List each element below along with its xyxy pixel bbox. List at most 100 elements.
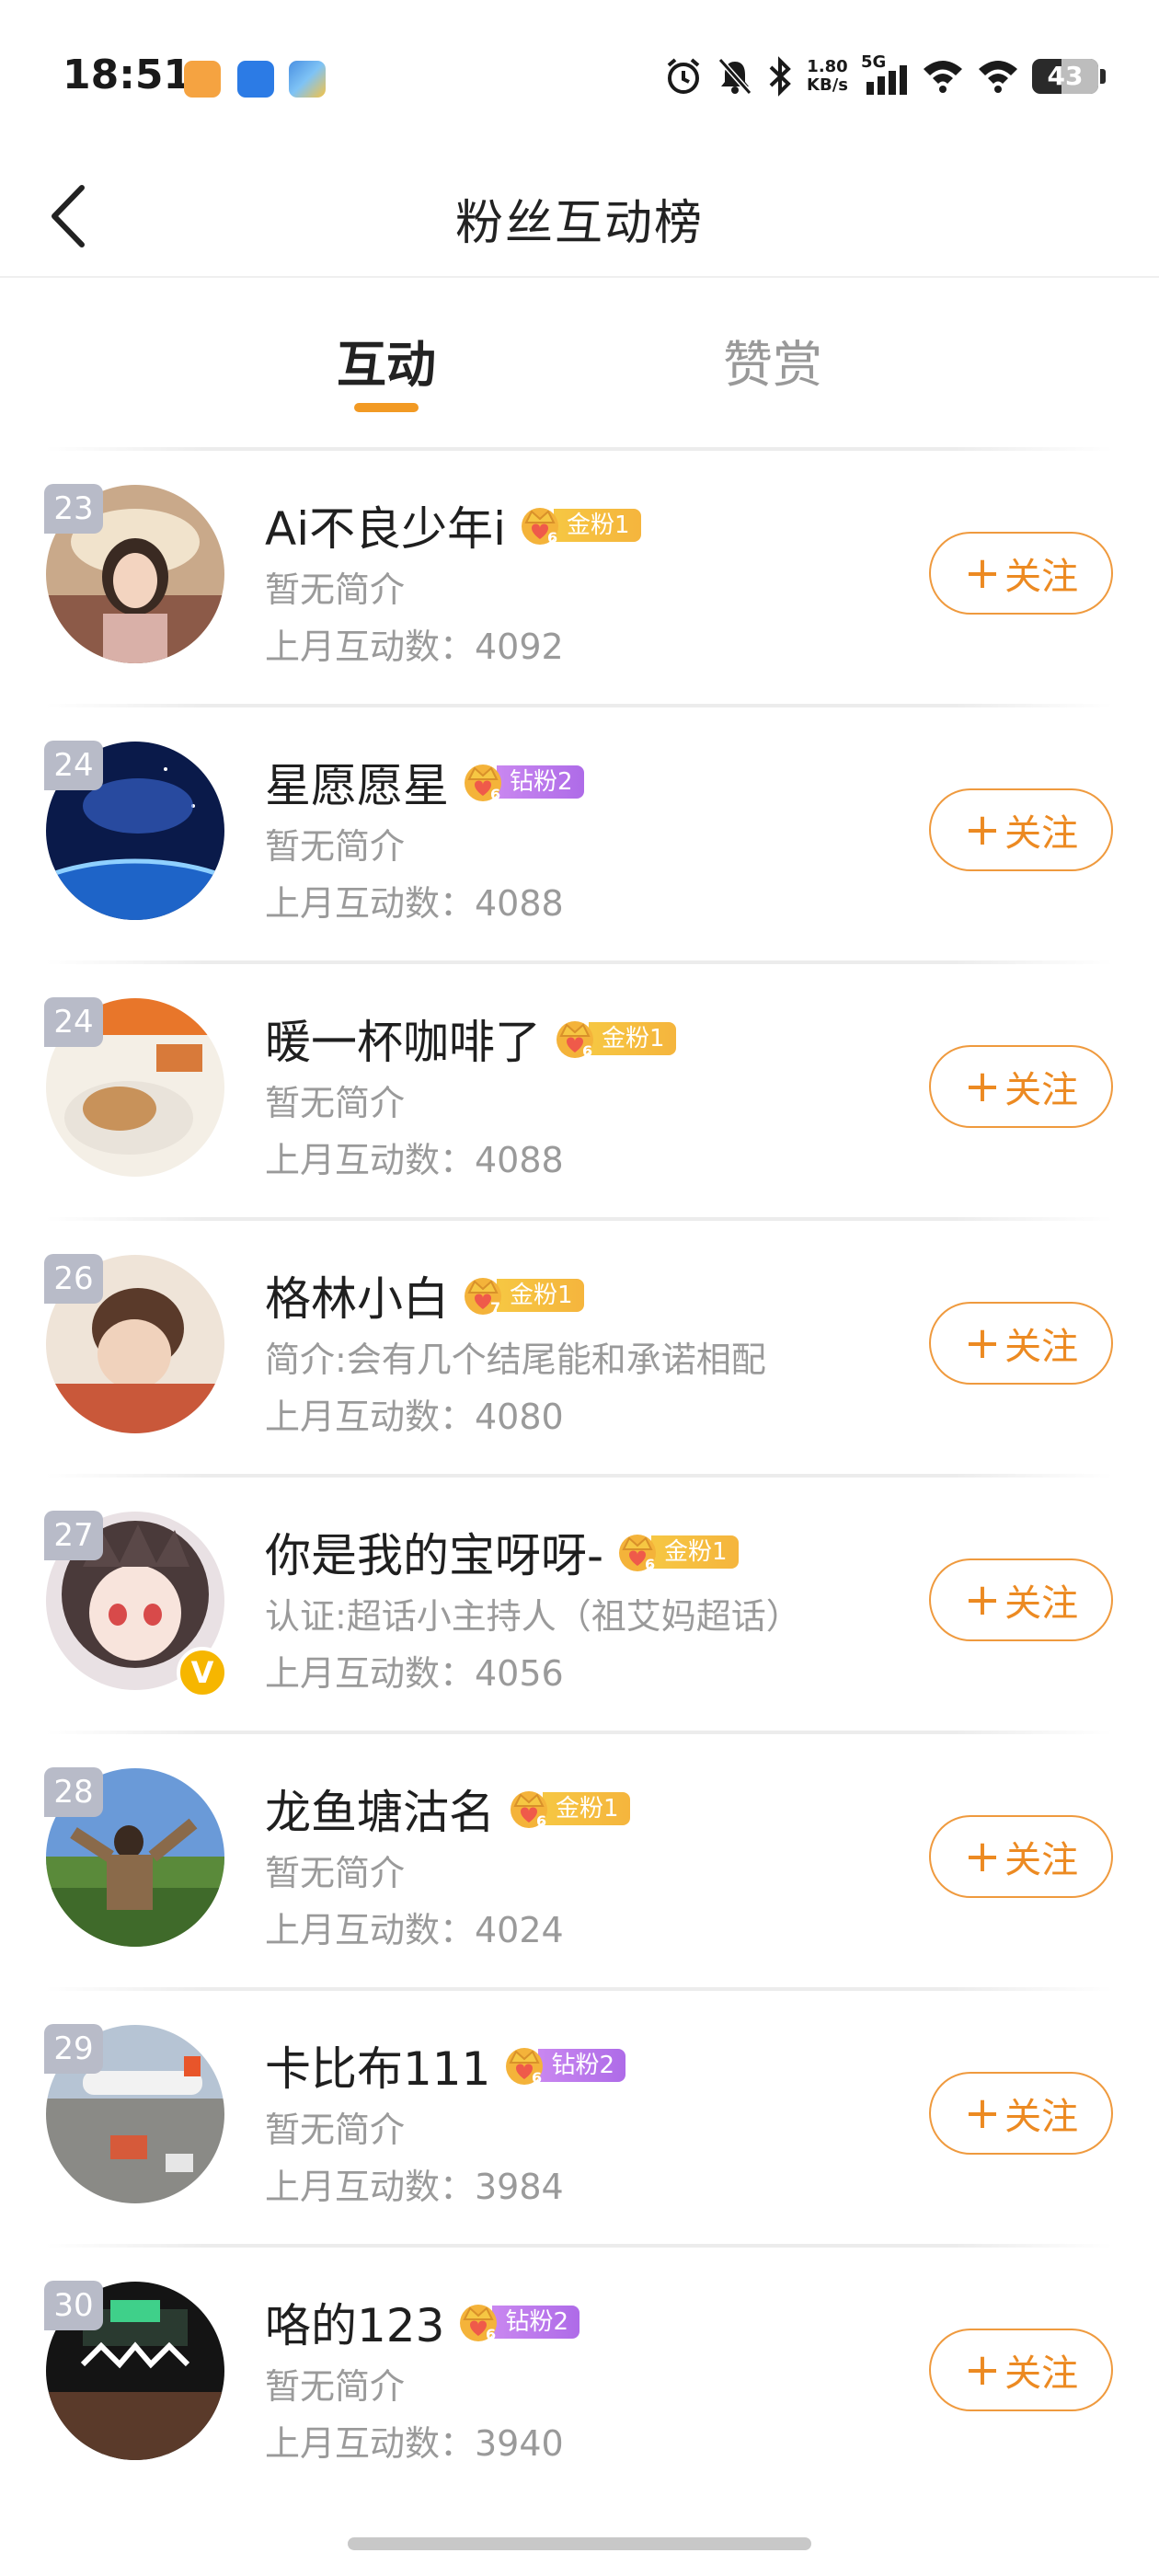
fan-badge-label: 钻粉2 bbox=[492, 2306, 580, 2339]
name-line: 龙鱼塘沽名 6 金粉1 bbox=[265, 1777, 630, 1841]
bluetooth-icon bbox=[769, 56, 791, 97]
name-line: 暖一杯咖啡了 6 金粉1 bbox=[265, 1006, 676, 1071]
list-item[interactable]: 26 格林小白 7 金粉1 简介:会有几个结尾能和承诺相配 上月互动数：4080… bbox=[0, 1217, 1159, 1474]
follow-button[interactable]: + 关注 bbox=[929, 2072, 1113, 2155]
plus-icon: + bbox=[963, 804, 1002, 856]
tab-interaction[interactable]: 互动 bbox=[248, 324, 524, 397]
crown-icon: 6 bbox=[619, 1535, 657, 1573]
crown-icon: 6 bbox=[557, 1021, 593, 1060]
name-line: 咯的123 6 钻粉2 bbox=[265, 2290, 580, 2354]
follow-button[interactable]: + 关注 bbox=[929, 2329, 1113, 2411]
interaction-count: 上月互动数：4024 bbox=[265, 1910, 564, 1950]
plus-icon: + bbox=[963, 2344, 1002, 2396]
user-name[interactable]: 星愿愿星 bbox=[265, 749, 449, 815]
crown-icon: 7 bbox=[465, 1278, 501, 1317]
user-name[interactable]: 暖一杯咖啡了 bbox=[265, 1006, 541, 1072]
user-name[interactable]: 格林小白 bbox=[265, 1262, 449, 1328]
divider bbox=[46, 1731, 1113, 1734]
user-name[interactable]: 你是我的宝呀呀- bbox=[265, 1519, 603, 1585]
divider bbox=[46, 1474, 1113, 1478]
svg-text:6: 6 bbox=[490, 786, 500, 803]
app-orange-icon bbox=[184, 61, 221, 98]
user-name[interactable]: 卡比布111 bbox=[265, 2032, 490, 2099]
divider bbox=[46, 1217, 1113, 1221]
interaction-count: 上月互动数：3940 bbox=[265, 2423, 564, 2464]
fan-badge: 6 金粉1 bbox=[554, 1020, 676, 1060]
tab-reward[interactable]: 赞赏 bbox=[635, 324, 911, 397]
fan-badge-label: 钻粉2 bbox=[497, 765, 584, 799]
user-bio: 暂无简介 bbox=[265, 569, 406, 610]
crown-icon: 6 bbox=[522, 508, 558, 546]
name-line: 你是我的宝呀呀- 6 金粉1 bbox=[265, 1520, 739, 1584]
active-tab-indicator bbox=[354, 403, 419, 412]
user-bio: 暂无简介 bbox=[265, 1083, 406, 1123]
rank-badge: 24 bbox=[44, 741, 103, 790]
name-line: Ai不良少年i 6 金粉1 bbox=[265, 493, 641, 558]
divider bbox=[46, 2244, 1113, 2248]
fan-badge: 6 钻粉2 bbox=[462, 764, 584, 803]
crown-icon: 6 bbox=[511, 1791, 547, 1830]
list-item[interactable]: 30 咯的123 6 钻粉2 暂无简介 上月互动数：3940 + 关注 bbox=[0, 2244, 1159, 2501]
status-time: 18:51 bbox=[63, 52, 192, 98]
follow-button[interactable]: + 关注 bbox=[929, 788, 1113, 871]
name-line: 格林小白 7 金粉1 bbox=[265, 1263, 584, 1328]
plus-icon: + bbox=[963, 1574, 1002, 1626]
fan-badge-label: 金粉1 bbox=[651, 1535, 739, 1569]
plus-icon: + bbox=[963, 1831, 1002, 1882]
name-line: 星愿愿星 6 钻粉2 bbox=[265, 750, 584, 814]
user-bio: 暂无简介 bbox=[265, 826, 406, 867]
verified-badge: V bbox=[177, 1647, 228, 1698]
net-speed: 1.80 KB/s bbox=[807, 57, 848, 95]
user-name[interactable]: 咯的123 bbox=[265, 2289, 444, 2355]
user-name[interactable]: 龙鱼塘沽名 bbox=[265, 1776, 495, 1842]
interaction-count: 上月互动数：4080 bbox=[265, 1397, 564, 1437]
app-multicolor-icon bbox=[289, 61, 326, 98]
rank-badge: 29 bbox=[44, 2024, 103, 2074]
interaction-count: 上月互动数：3984 bbox=[265, 2167, 564, 2207]
divider bbox=[46, 960, 1113, 964]
rank-badge: 30 bbox=[44, 2281, 103, 2330]
fan-badge: 6 钻粉2 bbox=[503, 2047, 625, 2087]
list-item[interactable]: 24 暖一杯咖啡了 6 金粉1 暂无简介 上月互动数：4088 + 关注 bbox=[0, 960, 1159, 1217]
svg-text:7: 7 bbox=[490, 1299, 500, 1317]
user-bio: 认证:超话小主持人（祖艾妈超话） bbox=[265, 1596, 801, 1637]
follow-button[interactable]: + 关注 bbox=[929, 1558, 1113, 1641]
user-name[interactable]: Ai不良少年i bbox=[265, 492, 506, 558]
divider bbox=[46, 447, 1113, 451]
svg-text:6: 6 bbox=[532, 2069, 542, 2087]
header: 粉丝互动榜 bbox=[0, 156, 1159, 278]
user-bio: 简介:会有几个结尾能和承诺相配 bbox=[265, 1340, 766, 1380]
interaction-count: 上月互动数：4056 bbox=[265, 1653, 564, 1694]
plus-icon: + bbox=[963, 1317, 1002, 1369]
follow-button[interactable]: + 关注 bbox=[929, 1302, 1113, 1385]
home-indicator[interactable] bbox=[348, 2537, 811, 2550]
list-item[interactable]: 24 星愿愿星 6 钻粉2 暂无简介 上月互动数：4088 + 关注 bbox=[0, 704, 1159, 960]
follow-button[interactable]: + 关注 bbox=[929, 532, 1113, 615]
svg-text:6: 6 bbox=[582, 1042, 592, 1060]
fan-badge: 6 金粉1 bbox=[616, 1534, 739, 1573]
tab-bar: 互动 赞赏 bbox=[0, 278, 1159, 443]
rank-badge: 26 bbox=[44, 1254, 103, 1304]
divider bbox=[46, 1987, 1113, 1991]
interaction-count: 上月互动数：4088 bbox=[265, 1140, 564, 1180]
list-item[interactable]: 23 Ai不良少年i 6 金粉1 暂无简介 上月互动数：4092 + 关注 bbox=[0, 447, 1159, 704]
list-item[interactable]: 28 龙鱼塘沽名 6 金粉1 暂无简介 上月互动数：4024 + 关注 bbox=[0, 1731, 1159, 1987]
battery-icon: 43 bbox=[1032, 59, 1098, 94]
app-blue-icon bbox=[237, 61, 274, 98]
rank-badge: 27 bbox=[44, 1511, 103, 1560]
list-item[interactable]: 27 V 你是我的宝呀呀- 6 金粉1 认证:超话小主持人（祖艾妈超话） 上月互… bbox=[0, 1474, 1159, 1731]
follow-button[interactable]: + 关注 bbox=[929, 1045, 1113, 1128]
fan-badge: 6 金粉1 bbox=[519, 507, 641, 546]
follow-button[interactable]: + 关注 bbox=[929, 1815, 1113, 1898]
interaction-count: 上月互动数：4092 bbox=[265, 627, 564, 667]
fan-badge-label: 金粉1 bbox=[589, 1022, 676, 1055]
list-item[interactable]: 29 卡比布111 6 钻粉2 暂无简介 上月互动数：3984 + 关注 bbox=[0, 1987, 1159, 2244]
alarm-icon bbox=[667, 58, 700, 94]
fan-badge: 6 钻粉2 bbox=[457, 2304, 580, 2343]
user-bio: 暂无简介 bbox=[265, 2366, 406, 2407]
status-bar: 18:51 1.80 KB/s 5G 43 bbox=[0, 0, 1159, 156]
signal-icon: 5G bbox=[861, 52, 909, 97]
crown-icon: 6 bbox=[465, 765, 501, 803]
fan-badge-label: 金粉1 bbox=[554, 509, 641, 542]
plus-icon: + bbox=[963, 547, 1002, 599]
